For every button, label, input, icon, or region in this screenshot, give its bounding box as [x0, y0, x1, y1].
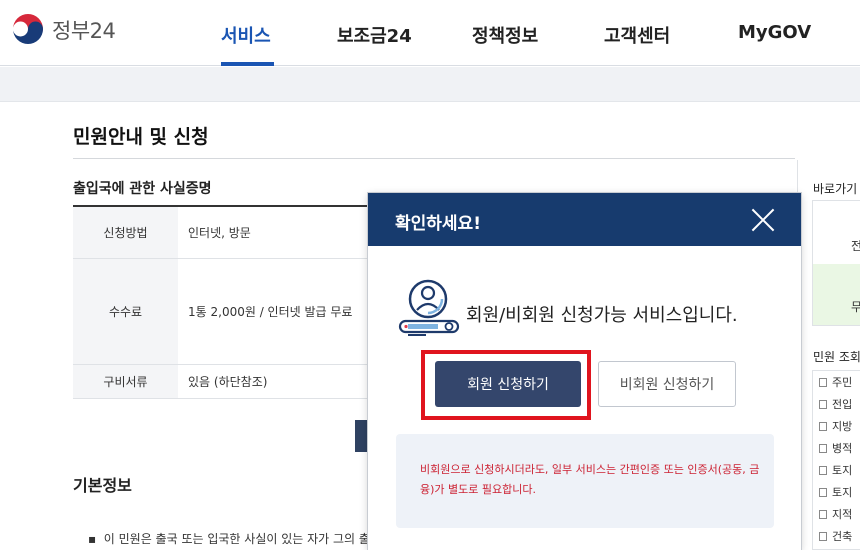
list-item-label: 전입 [832, 398, 853, 411]
shortcut-label: 바로가기 [813, 182, 858, 196]
list-item[interactable]: 토지 [813, 459, 860, 481]
main-nav: 서비스 보조금24 정책정보 고객센터 MyGOV [0, 22, 860, 66]
table-row: 구비서류 있음 (하단참조) [73, 365, 373, 399]
shortcut-panel-top[interactable]: 전 [813, 201, 860, 264]
nav-item-services[interactable]: 서비스 [221, 22, 271, 48]
list-item-label: 지방 [832, 420, 853, 433]
close-icon[interactable] [750, 207, 776, 233]
modal-title: 확인하세요! [395, 214, 481, 234]
nav-item-customer-center[interactable]: 고객센터 [604, 22, 670, 48]
row-value: 있음 (하단참조) [188, 375, 268, 389]
doc-icon [819, 509, 827, 519]
list-item-label: 토지 [832, 464, 853, 477]
row-label: 구비서류 [73, 365, 178, 398]
doc-icon [819, 487, 827, 497]
list-item[interactable]: 전입 [813, 393, 860, 415]
notice-box: 비회원으로 신청하시더라도, 일부 서비스는 간편인증 또는 인증서(공동, 금… [396, 434, 774, 528]
list-item-label: 병적 [832, 442, 853, 455]
user-id-card-icon [398, 279, 460, 336]
page-title: 민원안내 및 신청 [73, 126, 209, 148]
sub-header-band [0, 67, 860, 102]
active-nav-underline [221, 62, 274, 66]
modal-message: 회원/비회원 신청가능 서비스입니다. [466, 305, 738, 326]
list-item[interactable]: 주민 [813, 371, 860, 393]
doc-icon [819, 465, 827, 475]
lookup-list: 주민 전입 지방 병적 토지 토지 지적 건축 [812, 370, 860, 550]
basic-info-bullet: ▪ 이 민원은 출국 또는 입국한 사실이 있는 자가 그의 출입 [88, 530, 373, 547]
nav-item-subsidy24[interactable]: 보조금24 [337, 22, 412, 48]
doc-icon [819, 399, 827, 409]
title-divider [73, 158, 795, 159]
doc-icon [819, 377, 827, 387]
doc-icon [819, 531, 827, 541]
list-item[interactable]: 건축 [813, 525, 860, 547]
service-info-table: 신청방법 인터넷, 방문 수수료 1통 2,000원 / 인터넷 발급 무료 구… [73, 205, 373, 399]
table-row: 수수료 1통 2,000원 / 인터넷 발급 무료 [73, 259, 373, 365]
section-title: 출입국에 관한 사실증명 [73, 181, 212, 197]
table-row: 신청방법 인터넷, 방문 [73, 207, 373, 259]
member-apply-button[interactable]: 회원 신청하기 [435, 361, 581, 407]
shortcut-text: 무 [851, 298, 860, 315]
doc-icon [819, 421, 827, 431]
bullet-text: 이 민원은 출국 또는 입국한 사실이 있는 자가 그의 출입 [103, 532, 373, 546]
modal-header: 확인하세요! [368, 193, 801, 246]
notice-text: 비회원으로 신청하시더라도, 일부 서비스는 간편인증 또는 인증서(공동, 금… [420, 463, 760, 496]
row-value: 인터넷, 방문 [188, 226, 251, 240]
shortcut-text: 전 [851, 237, 860, 254]
row-label: 신청방법 [73, 207, 178, 258]
shortcut-box: 전 무 [812, 200, 860, 326]
row-label: 수수료 [73, 259, 178, 364]
shortcut-panel-bottom[interactable]: 무 [813, 264, 860, 325]
site-header: 정부24 서비스 보조금24 정책정보 고객센터 MyGOV [0, 0, 860, 66]
nav-item-policy-info[interactable]: 정책정보 [472, 22, 538, 48]
doc-icon [819, 443, 827, 453]
list-item-label: 토지 [832, 486, 853, 499]
list-item[interactable]: 지방 [813, 415, 860, 437]
list-item-label: 지적 [832, 508, 853, 521]
list-item[interactable]: 토지 [813, 481, 860, 503]
confirm-modal: 확인하세요! 회원/비회원 신청가능 서비스입니다. 회원 신청하기 비회원 신… [368, 193, 801, 550]
nav-item-mygov[interactable]: MyGOV [738, 22, 811, 43]
row-value: 1통 2,000원 / 인터넷 발급 무료 [188, 305, 353, 319]
basic-info-title: 기본정보 [73, 476, 132, 495]
list-item[interactable]: 지적 [813, 503, 860, 525]
guest-apply-button[interactable]: 비회원 신청하기 [598, 361, 736, 407]
lookup-label: 민원 조회 [813, 350, 860, 364]
list-item-label: 건축 [832, 530, 853, 543]
list-item[interactable]: 병적 [813, 437, 860, 459]
list-item-label: 주민 [832, 376, 853, 389]
